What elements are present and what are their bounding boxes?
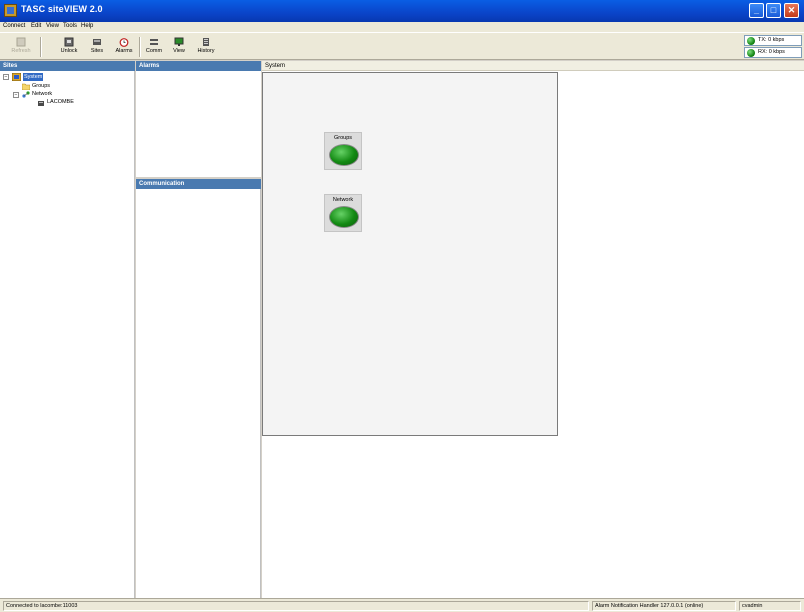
rx-rate-indicator: RX: 0 kbps: [744, 47, 802, 58]
system-canvas: Groups Network: [262, 72, 558, 436]
tree-item-system[interactable]: System: [23, 73, 44, 81]
app-icon: [4, 4, 17, 17]
refresh-label: Refresh: [11, 48, 31, 54]
rx-rate-text: RX: 0 kbps: [758, 49, 785, 55]
sites-icon: [93, 39, 101, 45]
view-button[interactable]: View: [170, 35, 188, 59]
alarms-label: Alarms: [115, 48, 133, 54]
history-label: History: [197, 48, 215, 54]
unlock-label: Unlock: [60, 48, 78, 54]
close-icon: ✕: [787, 5, 796, 15]
network-node[interactable]: Network: [324, 194, 362, 232]
close-button[interactable]: ✕: [784, 3, 799, 18]
site-icon: [38, 101, 44, 106]
groups-status-icon: [329, 144, 359, 166]
view-label: View: [173, 48, 185, 54]
toolbar-separator: [139, 37, 141, 57]
comm-button[interactable]: Comm: [144, 35, 164, 59]
communication-pane: [136, 189, 261, 598]
unlock-icon: [64, 37, 74, 47]
history-button[interactable]: History: [194, 35, 218, 59]
refresh-button[interactable]: Refresh: [10, 35, 32, 59]
tree-item-groups[interactable]: Groups: [32, 82, 50, 90]
unlock-button[interactable]: Unlock: [58, 35, 80, 59]
network-status-icon: [329, 206, 359, 228]
toolbar: Refresh Unlock Sites Alarms Comm View Hi…: [0, 32, 804, 60]
title-bar[interactable]: TASC siteVIEW 2.0 _ □ ✕: [0, 0, 804, 22]
alarms-pane: [136, 71, 261, 177]
minimize-button[interactable]: _: [749, 3, 764, 18]
history-icon: [203, 38, 209, 46]
groups-node-label: Groups: [333, 135, 353, 141]
maximize-icon: □: [770, 5, 777, 15]
tree-collapse-system[interactable]: −: [3, 74, 9, 80]
tree-item-network[interactable]: Network: [32, 90, 52, 98]
minimize-icon: _: [753, 5, 759, 15]
comm-label: Comm: [145, 48, 163, 54]
menu-help[interactable]: Help: [81, 23, 93, 29]
connection-status: Connected to lacombe:11003: [3, 601, 589, 611]
network-icon: [22, 91, 30, 98]
groups-node[interactable]: Groups: [324, 132, 362, 170]
tree-collapse-network[interactable]: −: [13, 92, 19, 98]
folder-icon: [22, 83, 30, 90]
alarm-handler-status: Alarm Notification Handler 127.0.0.1 (on…: [592, 601, 736, 611]
communication-pane-header: Communication: [136, 179, 261, 189]
menu-bar: Connect Edit View Tools Help: [0, 22, 804, 32]
tx-status-icon: [747, 37, 755, 45]
user-status: cvadmin: [739, 601, 801, 611]
system-icon: [12, 73, 21, 81]
menu-tools[interactable]: Tools: [63, 23, 77, 29]
tx-rate-text: TX: 0 kbps: [758, 37, 785, 43]
network-node-label: Network: [332, 197, 354, 203]
menu-view[interactable]: View: [46, 23, 59, 29]
sites-pane-header: Sites: [0, 61, 135, 71]
refresh-icon: [16, 37, 26, 47]
tree-item-lacombe[interactable]: LACOMBE: [47, 98, 74, 106]
comm-icon: [150, 39, 158, 45]
maximize-button[interactable]: □: [766, 3, 781, 18]
rx-status-icon: [747, 49, 755, 57]
menu-connect[interactable]: Connect: [3, 23, 25, 29]
toolbar-separator: [40, 37, 42, 57]
view-icon: [174, 37, 184, 46]
tx-rate-indicator: TX: 0 kbps: [744, 35, 802, 46]
alarm-clock-icon: [119, 38, 129, 47]
alarms-pane-header: Alarms: [136, 61, 261, 71]
window-title: TASC siteVIEW 2.0: [21, 4, 103, 14]
alarms-button[interactable]: Alarms: [112, 35, 136, 59]
system-pane-header: System: [262, 61, 804, 71]
sites-label: Sites: [90, 48, 104, 54]
menu-edit[interactable]: Edit: [31, 23, 41, 29]
status-bar: Connected to lacombe:11003 Alarm Notific…: [0, 598, 804, 612]
sites-tree-pane: − System Groups − Network LACOMBE: [0, 71, 135, 598]
sites-button[interactable]: Sites: [88, 35, 106, 59]
